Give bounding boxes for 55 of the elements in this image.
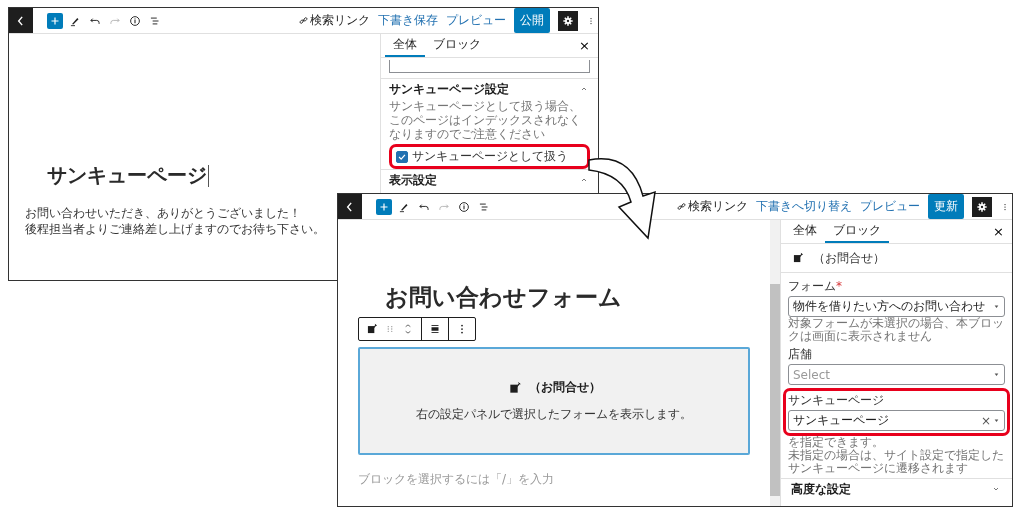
- toolbar-link[interactable]: 下書きへ切り替え: [756, 198, 852, 215]
- toolbar-link[interactable]: プレビュー: [446, 12, 506, 29]
- paragraph: お問い合わせいただき、ありがとうございました！: [25, 205, 301, 221]
- text-area[interactable]: [389, 60, 590, 73]
- toolbar-link[interactable]: 下書き保存: [378, 12, 438, 29]
- close-button[interactable]: ×: [985, 220, 1012, 243]
- search-link[interactable]: 検索リンク: [676, 198, 748, 215]
- settings-icon: [975, 199, 989, 214]
- add-block-button[interactable]: [47, 12, 63, 29]
- link-icon: [676, 201, 687, 212]
- publish-button[interactable]: 更新: [928, 194, 964, 219]
- back-button[interactable]: [9, 8, 33, 33]
- paragraph: 後程担当者よりご連絡差し上げますのでお待ち下さい。: [25, 221, 325, 237]
- form-block[interactable]: （お問合せ） 右の設定パネルで選択したフォームを表示します。: [358, 347, 750, 455]
- scrollbar-thumb[interactable]: [770, 284, 780, 496]
- sidebar-tab[interactable]: 全体: [385, 34, 425, 57]
- help-text: 対象フォームが未選択の場合、本ブロックは画面に表示されません: [788, 317, 1005, 343]
- sidebar-tab[interactable]: ブロック: [425, 34, 489, 57]
- checkbox[interactable]: [396, 150, 408, 163]
- edit-form-icon: [507, 379, 523, 396]
- field-label: 店舗: [788, 346, 813, 363]
- block-name: （お問合せ）: [813, 249, 885, 267]
- field-label: フォーム*: [788, 278, 843, 295]
- publish-button[interactable]: 公開: [514, 8, 550, 33]
- help-text: を指定できます。: [788, 436, 885, 449]
- sidebar-tab[interactable]: 全体: [785, 220, 825, 243]
- settings-icon: [561, 13, 575, 28]
- help-text: サンキューページとして扱う場合、このページはインデックスされなくなりますのでご注意ください: [389, 99, 582, 141]
- page-title[interactable]: お問い合わせフォーム: [385, 282, 750, 313]
- sidebar-tab[interactable]: ブロック: [825, 220, 889, 243]
- section-title: 表示設定: [389, 171, 437, 189]
- help-text: 未指定の場合は、サイト設定で指定したサンキューページに遷移されます: [788, 449, 1005, 475]
- edit-form-icon: [791, 251, 805, 265]
- link-icon: [298, 15, 309, 26]
- field-label: サンキューページ: [788, 392, 885, 409]
- block-name: （お問合せ）: [529, 379, 601, 396]
- back-button[interactable]: [338, 194, 362, 219]
- toolbar-link[interactable]: プレビュー: [860, 198, 920, 215]
- page-title[interactable]: サンキューページ: [47, 162, 207, 189]
- checkbox-label: サンキューページとして扱う: [412, 148, 568, 165]
- close-button[interactable]: ×: [571, 34, 598, 57]
- edit-form-icon: [365, 322, 379, 336]
- section-title: サンキューページ設定: [389, 80, 509, 98]
- block-description: 右の設定パネルで選択したフォームを表示します。: [416, 406, 692, 423]
- search-link[interactable]: 検索リンク: [298, 12, 370, 29]
- settings-button[interactable]: [558, 10, 578, 31]
- clear-button[interactable]: ×: [980, 413, 991, 428]
- select-field[interactable]: サンキューページ ×: [788, 410, 1005, 431]
- select-field[interactable]: 物件を借りたい方へのお問い合わせ: [788, 296, 1005, 317]
- section-title: 高度な設定: [791, 480, 851, 498]
- scrollbar[interactable]: [770, 220, 780, 506]
- info-icon: [457, 199, 471, 214]
- add-block-button[interactable]: [376, 198, 392, 215]
- settings-button[interactable]: [972, 196, 992, 217]
- info-icon: [128, 13, 142, 28]
